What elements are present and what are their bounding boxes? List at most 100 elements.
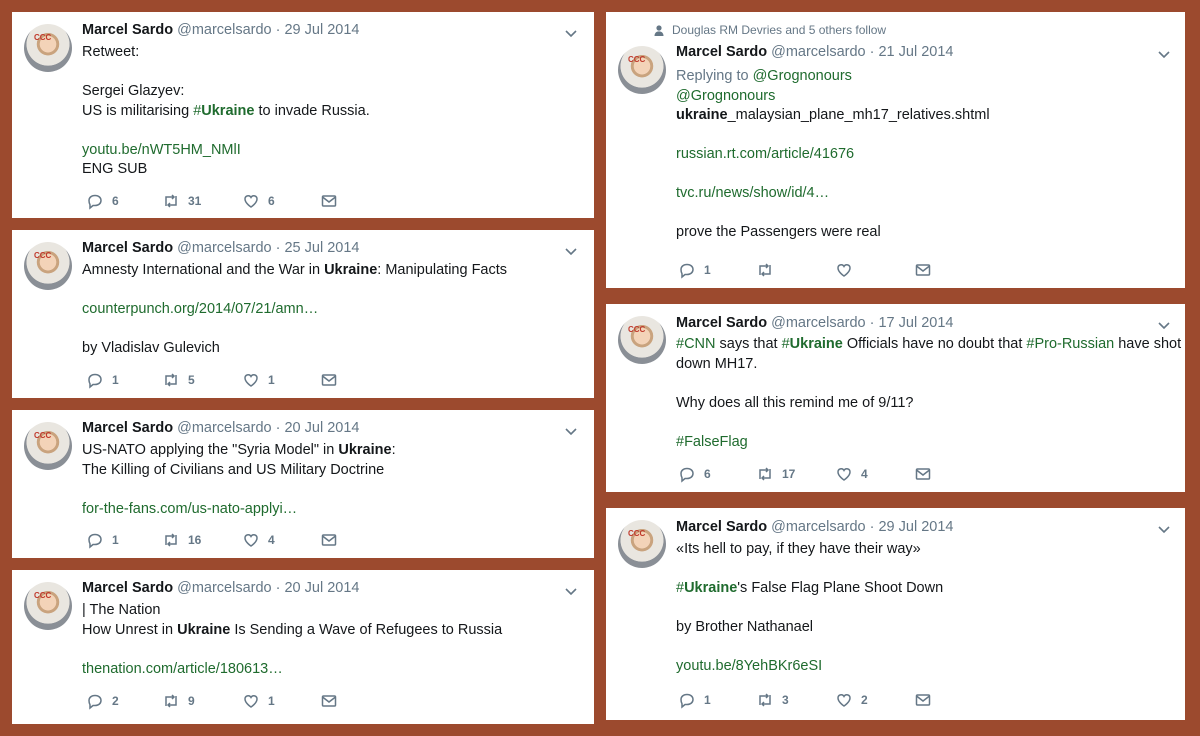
- avatar[interactable]: CCC: [618, 316, 666, 364]
- tweet-card[interactable]: CCC Marcel Sardo @marcelsardo · 20 Jul 2…: [12, 570, 594, 724]
- avatar[interactable]: CCC: [24, 422, 72, 470]
- retweet-button[interactable]: 31: [162, 192, 201, 210]
- envelope-icon: [915, 264, 931, 276]
- tweet-card[interactable]: CCC Marcel Sardo @marcelsardo · 20 Jul 2…: [12, 410, 594, 558]
- dm-button[interactable]: [320, 192, 338, 210]
- avatar[interactable]: CCC: [24, 242, 72, 290]
- chevron-down-icon[interactable]: [564, 244, 578, 258]
- dm-button[interactable]: [320, 531, 338, 549]
- tweet-line: by Vladislav Gulevich: [82, 340, 220, 356]
- like-button[interactable]: 4: [835, 465, 868, 483]
- tweet-card[interactable]: CCC Marcel Sardo @marcelsardo · 25 Jul 2…: [12, 230, 594, 398]
- tweet-date[interactable]: · 20 Jul 2014: [276, 580, 360, 596]
- author-handle[interactable]: @marcelsardo: [177, 22, 272, 38]
- hashtag-link[interactable]: #Ukraine: [193, 103, 254, 119]
- envelope-icon: [321, 695, 337, 707]
- url-link[interactable]: youtu.be/nWT5HM_NMlI: [82, 141, 370, 161]
- envelope-icon: [321, 374, 337, 386]
- author-handle[interactable]: @marcelsardo: [771, 519, 866, 535]
- url-link[interactable]: for-the-fans.com/us-nato-applyi…: [82, 500, 396, 520]
- tweet-date[interactable]: · 21 Jul 2014: [870, 44, 954, 60]
- hashtag-link[interactable]: #Ukraine: [676, 580, 737, 596]
- url-link[interactable]: russian.rt.com/article/41676: [676, 145, 990, 165]
- url-link[interactable]: counterpunch.org/2014/07/21/amn…: [82, 300, 507, 320]
- author-handle[interactable]: @marcelsardo: [177, 580, 272, 596]
- author-handle[interactable]: @marcelsardo: [771, 44, 866, 60]
- tweet-date[interactable]: · 29 Jul 2014: [276, 22, 360, 38]
- tweet-date[interactable]: · 29 Jul 2014: [870, 519, 954, 535]
- chevron-down-icon[interactable]: [564, 584, 578, 598]
- chevron-down-icon[interactable]: [564, 424, 578, 438]
- author-name[interactable]: Marcel Sardo: [82, 420, 173, 436]
- tweet-card[interactable]: CCC Marcel Sardo @marcelsardo · 17 Jul 2…: [606, 304, 1185, 492]
- like-count: 1: [268, 694, 275, 708]
- chevron-down-icon[interactable]: [1157, 318, 1171, 332]
- keyword: Ukraine: [177, 621, 231, 638]
- avatar[interactable]: CCC: [24, 582, 72, 630]
- tweet-date[interactable]: · 20 Jul 2014: [276, 420, 360, 436]
- dm-button[interactable]: [914, 261, 932, 279]
- tweet-date[interactable]: · 17 Jul 2014: [870, 315, 954, 331]
- author-name[interactable]: Marcel Sardo: [82, 240, 173, 256]
- reply-mention-link[interactable]: @Grognonours: [753, 68, 852, 84]
- hashtag-link[interactable]: #Pro-Russian: [1026, 336, 1114, 352]
- chevron-down-icon[interactable]: [1157, 47, 1171, 61]
- retweet-button[interactable]: 3: [756, 691, 789, 709]
- like-button[interactable]: 1: [242, 692, 275, 710]
- reply-icon: [88, 694, 102, 710]
- hashtag-link[interactable]: #FalseFlag: [676, 433, 1181, 453]
- retweet-button[interactable]: 17: [756, 465, 795, 483]
- tweet-line: The Killing of Civilians and US Military…: [82, 461, 385, 478]
- retweet-button[interactable]: 16: [162, 531, 201, 549]
- avatar[interactable]: CCC: [618, 46, 666, 94]
- reply-button[interactable]: 1: [678, 691, 711, 709]
- reply-button[interactable]: 1: [678, 261, 711, 279]
- like-button[interactable]: 1: [242, 371, 275, 389]
- url-link[interactable]: youtu.be/8YehBKr6eSI: [676, 657, 943, 677]
- author-handle[interactable]: @marcelsardo: [177, 420, 272, 436]
- retweet-button[interactable]: 5: [162, 371, 195, 389]
- mention-link[interactable]: @Grognonours: [676, 87, 990, 107]
- reply-button[interactable]: 6: [678, 465, 711, 483]
- url-link[interactable]: tvc.ru/news/show/id/4…: [676, 184, 990, 204]
- like-button[interactable]: 2: [835, 691, 868, 709]
- author-name[interactable]: Marcel Sardo: [82, 580, 173, 596]
- text: US is militarising: [82, 102, 194, 119]
- chevron-down-icon[interactable]: [1157, 522, 1171, 536]
- reply-button[interactable]: 2: [86, 692, 119, 710]
- tweet-line: #Ukraine's False Flag Plane Shoot Down: [676, 579, 943, 599]
- tweet-card[interactable]: Douglas RM Devries and 5 others follow C…: [606, 12, 1185, 288]
- tweet-line: prove the Passengers were real: [676, 224, 881, 240]
- dm-button[interactable]: [320, 371, 338, 389]
- retweet-button[interactable]: 9: [162, 692, 195, 710]
- dm-button[interactable]: [914, 465, 932, 483]
- like-button[interactable]: 4: [242, 531, 275, 549]
- author-name[interactable]: Marcel Sardo: [676, 519, 767, 535]
- reply-icon: [680, 263, 694, 279]
- author-name[interactable]: Marcel Sardo: [82, 22, 173, 38]
- like-button[interactable]: 6: [242, 192, 275, 210]
- author-handle[interactable]: @marcelsardo: [771, 315, 866, 331]
- reply-button[interactable]: 1: [86, 531, 119, 549]
- tweet-line: | The Nation: [82, 602, 161, 618]
- retweet-button[interactable]: [756, 261, 774, 279]
- author-handle[interactable]: @marcelsardo: [177, 240, 272, 256]
- social-text: Douglas RM Devries and 5 others follow: [672, 23, 887, 37]
- reply-button[interactable]: 1: [86, 371, 119, 389]
- tweet-card[interactable]: CCC Marcel Sardo @marcelsardo · 29 Jul 2…: [606, 508, 1185, 720]
- avatar[interactable]: CCC: [618, 520, 666, 568]
- hashtag-link[interactable]: #CNN: [676, 336, 715, 352]
- dm-button[interactable]: [914, 691, 932, 709]
- tweet-date[interactable]: · 25 Jul 2014: [276, 240, 360, 256]
- author-name[interactable]: Marcel Sardo: [676, 44, 767, 60]
- dm-button[interactable]: [320, 692, 338, 710]
- hashtag-link[interactable]: #Ukraine: [782, 336, 843, 352]
- social-context[interactable]: Douglas RM Devries and 5 others follow: [654, 23, 886, 37]
- url-link[interactable]: thenation.com/article/180613…: [82, 660, 502, 680]
- avatar[interactable]: CCC: [24, 24, 72, 72]
- like-button[interactable]: [835, 261, 853, 279]
- author-name[interactable]: Marcel Sardo: [676, 315, 767, 331]
- chevron-down-icon[interactable]: [564, 26, 578, 40]
- tweet-card[interactable]: CCC Marcel Sardo @marcelsardo · 29 Jul 2…: [12, 12, 594, 218]
- reply-button[interactable]: 6: [86, 192, 119, 210]
